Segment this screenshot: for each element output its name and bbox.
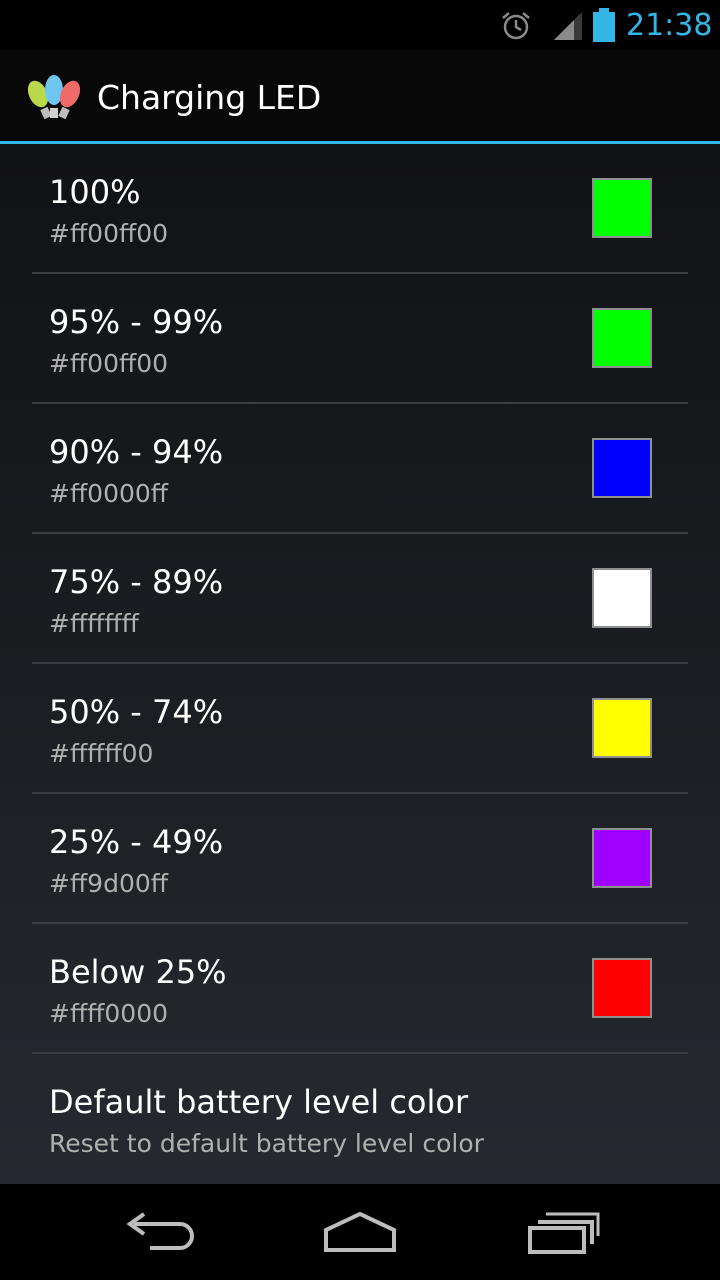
color-swatch [592, 178, 652, 238]
color-swatch [592, 308, 652, 368]
pref-color-value: #ffffff00 [49, 739, 154, 768]
pref-label: 95% - 99% [49, 303, 224, 341]
color-swatch [592, 958, 652, 1018]
pref-row-95-99[interactable]: 95% - 99% #ff00ff00 [32, 274, 688, 404]
signal-icon [554, 12, 582, 40]
back-icon[interactable] [120, 1206, 200, 1258]
navigation-bar [0, 1184, 720, 1280]
pref-row-25-49[interactable]: 25% - 49% #ff9d00ff [32, 794, 688, 924]
preference-list: 100% #ff00ff00 95% - 99% #ff00ff00 90% -… [0, 144, 720, 1184]
pref-label: 90% - 94% [49, 433, 224, 471]
pref-label: 50% - 74% [49, 693, 224, 731]
pref-row-50-74[interactable]: 50% - 74% #ffffff00 [32, 664, 688, 794]
pref-label: 25% - 49% [49, 823, 224, 861]
pref-label: 100% [49, 173, 141, 211]
color-swatch [592, 828, 652, 888]
pref-color-value: #ff00ff00 [49, 219, 169, 248]
page-title: Charging LED [97, 78, 322, 117]
pref-color-value: #ff00ff00 [49, 349, 169, 378]
color-swatch [592, 438, 652, 498]
pref-row-100[interactable]: 100% #ff00ff00 [32, 144, 688, 274]
recents-icon[interactable] [522, 1206, 602, 1258]
color-swatch [592, 568, 652, 628]
clock: 21:38 [626, 8, 713, 43]
status-bar: 21:38 [0, 0, 720, 50]
alarm-icon [502, 12, 530, 40]
christmas-lights-icon [27, 75, 81, 120]
pref-row-75-89[interactable]: 75% - 89% #ffffffff [32, 534, 688, 664]
pref-color-value: #ff9d00ff [49, 869, 168, 898]
pref-color-value: #ff0000ff [49, 479, 169, 508]
pref-label: Below 25% [49, 953, 227, 991]
pref-row-below-25[interactable]: Below 25% #ffff0000 [32, 924, 688, 1054]
reset-summary: Reset to default battery level color [49, 1129, 484, 1158]
home-icon[interactable] [320, 1206, 400, 1258]
reset-label: Default battery level color [49, 1083, 469, 1121]
pref-row-90-94[interactable]: 90% - 94% #ff0000ff [32, 404, 688, 534]
action-bar: Charging LED [0, 50, 720, 144]
pref-color-value: #ffffffff [49, 609, 139, 638]
pref-color-value: #ffff0000 [49, 999, 169, 1028]
battery-icon [593, 8, 615, 42]
reset-default-color[interactable]: Default battery level color Reset to def… [32, 1054, 688, 1184]
pref-label: 75% - 89% [49, 563, 224, 601]
color-swatch [592, 698, 652, 758]
